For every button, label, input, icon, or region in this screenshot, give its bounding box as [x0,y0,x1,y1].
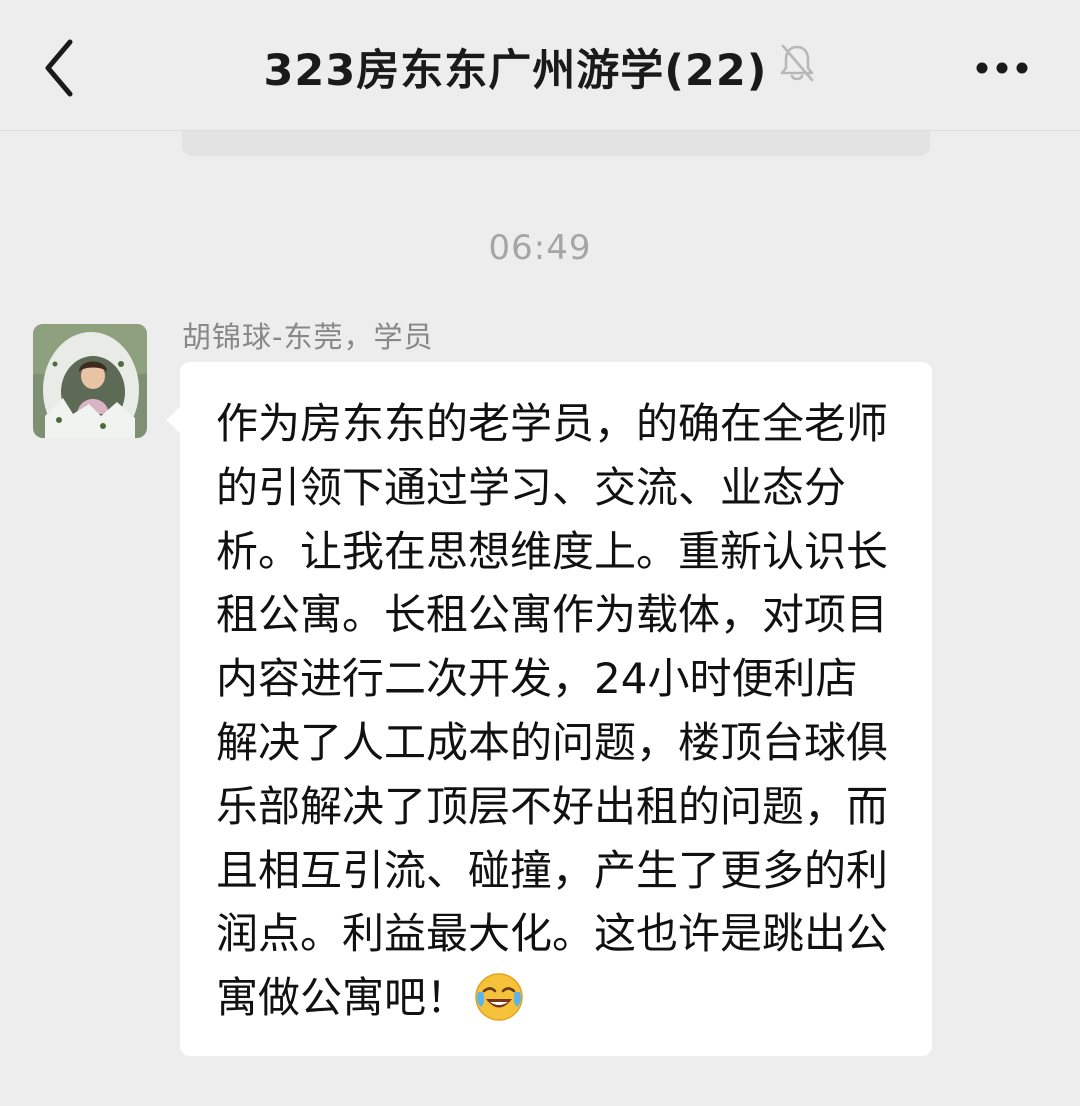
message-bubble[interactable]: 作为房东东的老学员，的确在全老师的引领下通过学习、交流、业态分析。让我在思想维度… [166,362,932,1056]
more-button[interactable] [966,40,1046,96]
message-timestamp: 06:49 [488,228,592,268]
chat-title: 323房东东广州游学(22) [263,46,768,96]
avatar[interactable] [33,324,147,438]
message-text: 作为房东东的老学员，的确在全老师的引领下通过学习、交流、业态分析。让我在思想维度… [216,399,889,1023]
back-button[interactable] [36,30,96,106]
chat-header: 323房东东广州游学(22) [0,0,1080,131]
chevron-left-icon [45,39,73,97]
sender-name: 胡锦球-东莞，学员 [182,320,434,354]
bell-muted-icon [777,42,817,88]
laughing-with-tears-emoji-icon [474,972,524,1022]
more-dots-icon [976,62,1028,74]
